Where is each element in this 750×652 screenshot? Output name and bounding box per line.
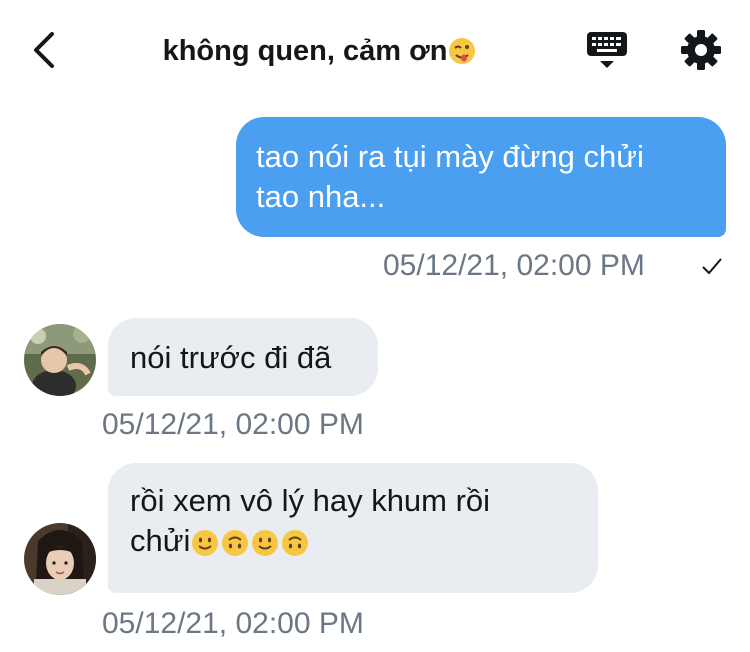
- upside-down-face-emoji: [282, 529, 309, 556]
- message-timestamp: 05/12/21, 02:00 PM: [383, 249, 645, 282]
- avatar[interactable]: [24, 523, 96, 595]
- message-text-line-2-text: chửi: [130, 523, 191, 558]
- incoming-message-bubble[interactable]: nói trước đi đã: [108, 318, 378, 396]
- slightly-smiling-face-emoji: [252, 529, 279, 556]
- conversation-header: không quen, cảm ơn: [0, 0, 750, 100]
- face-with-tongue-winking-emoji: [449, 38, 476, 65]
- conversation-title: không quen, cảm ơn: [0, 34, 640, 68]
- message-text-line-1: tao nói ra tụi mày đừng chửi: [256, 139, 644, 174]
- message-text: nói trước đi đã: [130, 340, 332, 375]
- incoming-message-bubble[interactable]: rồi xem vô lý hay khum rồi chửi: [108, 463, 598, 593]
- avatar[interactable]: [24, 324, 96, 396]
- message-text-line-2: tao nha...: [256, 179, 386, 214]
- slightly-smiling-face-emoji: [192, 529, 219, 556]
- keyboard-icon[interactable]: [585, 30, 629, 72]
- upside-down-face-emoji: [222, 529, 249, 556]
- message-text-line-2: chửi: [130, 521, 578, 561]
- checkmark-icon: [702, 258, 722, 275]
- gear-icon[interactable]: [680, 29, 722, 71]
- message-timestamp: 05/12/21, 02:00 PM: [102, 607, 364, 640]
- message-text-line-1: rồi xem vô lý hay khum rồi: [130, 483, 491, 518]
- outgoing-message-bubble[interactable]: tao nói ra tụi mày đừng chửi tao nha...: [236, 117, 726, 237]
- conversation-title-text: không quen, cảm ơn: [162, 34, 448, 67]
- message-timestamp: 05/12/21, 02:00 PM: [102, 408, 364, 441]
